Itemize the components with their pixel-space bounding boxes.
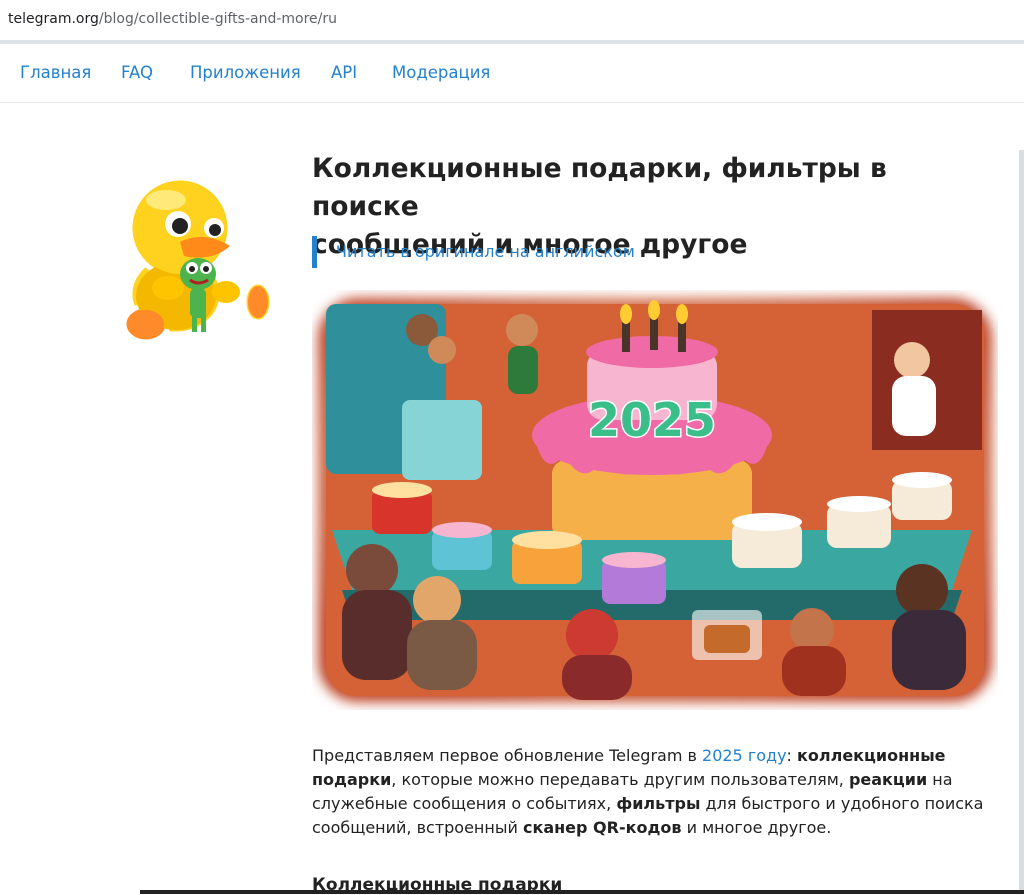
article-title-line1: Коллекционные подарки, фильтры в поиске: [312, 153, 887, 222]
duck-sticker-image: [121, 176, 275, 345]
year-2025-link[interactable]: 2025 году: [702, 746, 787, 765]
hero-cake-2025-text: 2025: [588, 393, 716, 447]
nav-moderation-link[interactable]: Модерация: [392, 63, 490, 82]
nav-home-link[interactable]: Главная: [20, 63, 91, 82]
address-bar[interactable]: telegram.org/blog/collectible-gifts-and-…: [0, 0, 1024, 40]
intro-text-1: Представляем первое обновление Telegram …: [312, 746, 703, 765]
read-original-link[interactable]: Читать в оригинале на английском: [312, 236, 635, 268]
nav-apps-link[interactable]: Приложения: [190, 63, 301, 82]
intro-bold-qr: сканер QR-кодов: [522, 818, 682, 837]
intro-bold-filters: фильтры: [616, 794, 701, 813]
intro-text-3: , которые можно передавать другим пользо…: [391, 770, 849, 789]
page-scrollbar[interactable]: [1019, 150, 1024, 894]
intro-bold-reactions: реакции: [848, 770, 928, 789]
bottom-edge: [140, 890, 1024, 894]
intro-paragraph: Представляем первое обновление Telegram …: [312, 744, 1002, 840]
site-nav: Главная FAQ Приложения API Модерация: [0, 44, 1024, 103]
url-path: /blog/collectible-gifts-and-more/ru: [98, 11, 338, 27]
nav-api-link[interactable]: API: [331, 63, 357, 82]
intro-text-2: :: [786, 746, 798, 765]
holiday-cake-shop-illustration: 2025: [318, 298, 992, 702]
intro-text-6: и многое другое.: [681, 818, 832, 837]
nav-faq-link[interactable]: FAQ: [121, 63, 153, 82]
url-host: telegram.org: [8, 11, 99, 27]
